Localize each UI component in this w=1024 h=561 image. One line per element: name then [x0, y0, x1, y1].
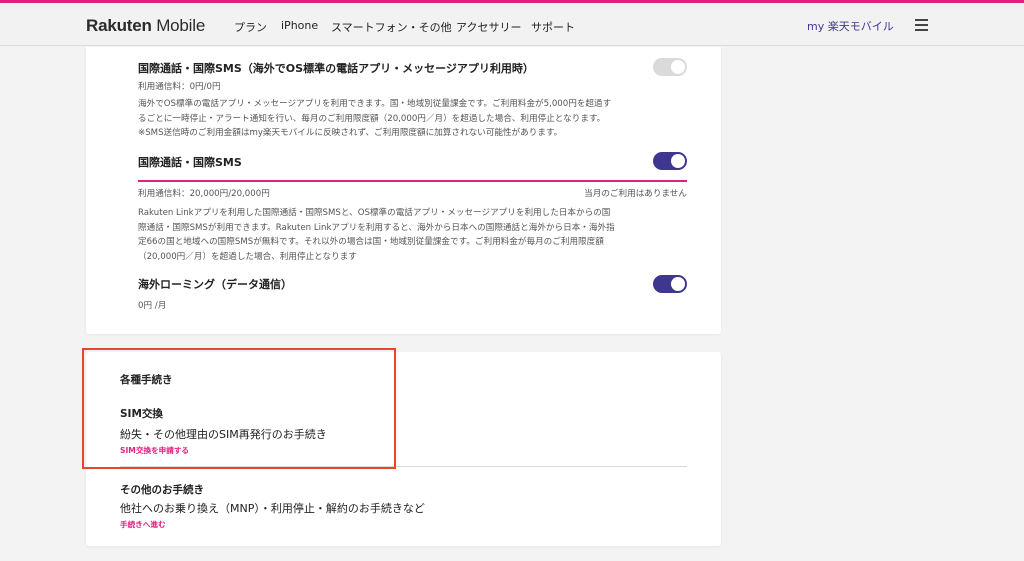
- service-usage: 0円 /月: [138, 301, 167, 311]
- service-description: Rakuten Linkアプリを利用した国際通話・国際SMSと、OS標準の電話ア…: [138, 208, 615, 262]
- procedure-title-other: その他のお手続き: [120, 484, 204, 496]
- nav-iphone[interactable]: iPhone: [281, 19, 318, 32]
- international-services-card: 国際通話・国際SMS（海外でOS標準の電話アプリ・メッセージアプリ利用時） 利用…: [86, 47, 721, 334]
- hamburger-menu-icon[interactable]: [915, 19, 928, 31]
- toggle-roaming[interactable]: [653, 275, 687, 293]
- rakuten-mobile-logo[interactable]: Rakuten Mobile: [86, 16, 205, 36]
- service-usage: 利用通信料：0円/0円: [138, 82, 221, 92]
- service-title-os-international: 国際通話・国際SMS（海外でOS標準の電話アプリ・メッセージアプリ利用時）: [138, 62, 534, 75]
- nav-smartphone[interactable]: スマートフォン・その他: [331, 19, 452, 35]
- my-rakuten-mobile-link[interactable]: my 楽天モバイル: [807, 18, 894, 34]
- service-title-roaming: 海外ローミング（データ通信）: [138, 278, 292, 291]
- procedure-desc-other: 他社へのお乗り換え（MNP）・利用停止・解約のお手続きなど: [120, 502, 425, 515]
- nav-support[interactable]: サポート: [531, 19, 575, 35]
- other-procedures-link[interactable]: 手続きへ進む: [120, 519, 166, 530]
- service-usage: 利用通信料：20,000円/20,000円: [138, 189, 270, 199]
- toggle-os-international[interactable]: [653, 58, 687, 76]
- sim-exchange-highlight-box: [82, 348, 396, 469]
- toggle-international[interactable]: [653, 152, 687, 170]
- service-description: 海外でOS標準の電話アプリ・メッセージアプリを利用できます。国・地域別従量課金で…: [138, 99, 612, 139]
- service-title-international: 国際通話・国際SMS: [138, 156, 242, 169]
- usage-note: 当月のご利用はありません: [584, 189, 687, 199]
- site-header: Rakuten Mobile プラン iPhone スマートフォン・その他 アク…: [0, 3, 1024, 46]
- usage-progress-bar: [138, 180, 687, 182]
- nav-accessories[interactable]: アクセサリー: [456, 19, 521, 35]
- nav-plan[interactable]: プラン: [234, 19, 267, 35]
